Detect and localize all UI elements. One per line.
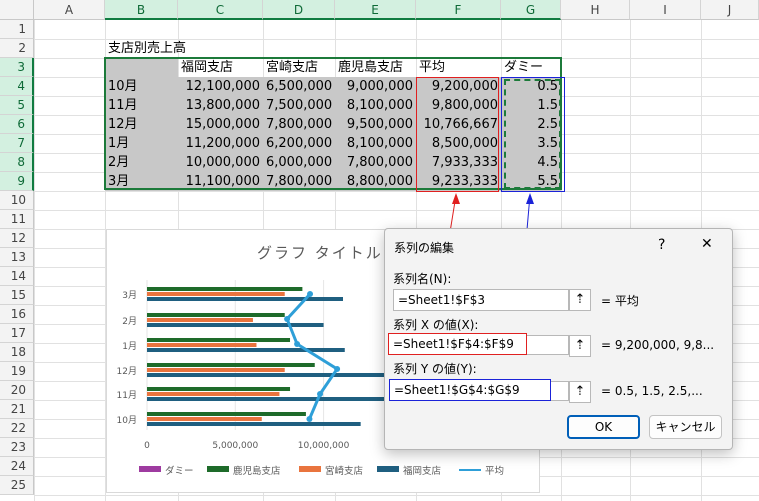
edit-series-dialog[interactable]: 系列の編集 ? ✕ 系列名(N): =Sheet1!$F$3 ⇡ = 平均 系列… (384, 228, 733, 450)
spreadsheet[interactable]: ABCDEFGHIJ 1 2 3 4 5 6 7 8 9 10 11 12 13 14 15 16 17 18 19… (0, 0, 759, 501)
close-icon[interactable]: ✕ (701, 236, 713, 252)
series-name-label: 系列名(N): (393, 272, 452, 286)
series-x-input-rest[interactable] (527, 335, 569, 355)
series-y-label: 系列 Y の値(Y): (393, 362, 477, 376)
collapse-arrow-icon[interactable]: ⇡ (569, 381, 591, 403)
collapse-arrow-icon[interactable]: ⇡ (569, 289, 591, 311)
series-name-input[interactable]: =Sheet1!$F$3 (393, 289, 569, 311)
series-x-input[interactable]: =Sheet1!$F$4:$F$9 (388, 333, 527, 355)
ok-button[interactable]: OK (567, 415, 640, 439)
series-y-input[interactable]: =Sheet1!$G$4:$G$9 (389, 379, 551, 401)
dialog-title: 系列の編集 (394, 241, 455, 255)
series-x-label: 系列 X の値(X): (393, 318, 479, 332)
collapse-arrow-icon[interactable]: ⇡ (569, 335, 591, 357)
series-y-input-rest[interactable] (551, 381, 569, 401)
cancel-button[interactable]: キャンセル (649, 415, 722, 439)
series-name-result: = 平均 (601, 294, 639, 308)
series-x-result: = 9,200,000, 9,8... (601, 338, 715, 352)
series-y-result: = 0.5, 1.5, 2.5,... (601, 384, 703, 398)
help-button[interactable]: ? (658, 237, 665, 253)
